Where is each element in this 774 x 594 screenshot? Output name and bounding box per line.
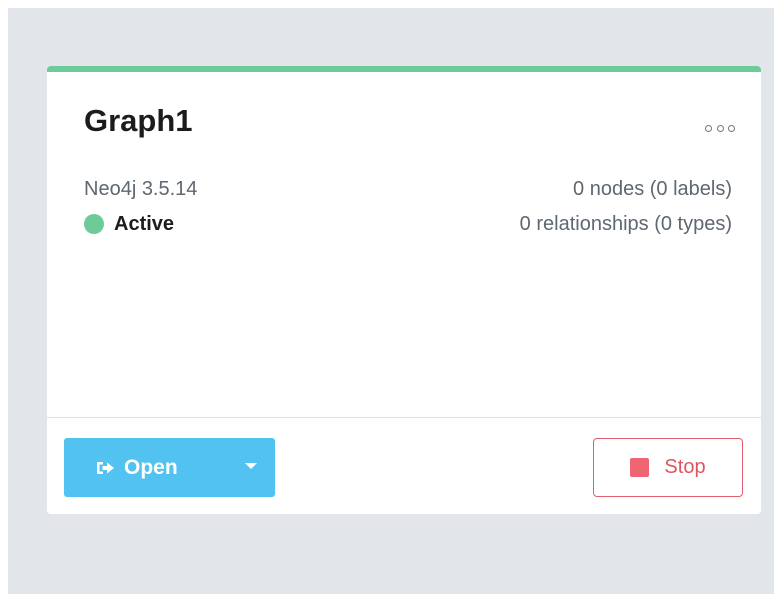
stop-square-icon: [630, 458, 650, 477]
more-dot: [728, 124, 735, 132]
open-button-main[interactable]: Open: [64, 456, 245, 480]
more-dot: [716, 124, 724, 132]
caret-down-icon[interactable]: [245, 462, 257, 469]
more-dot: [705, 124, 712, 132]
open-external-icon: [97, 461, 114, 474]
graph-status: Active: [84, 214, 174, 234]
page-backdrop: Graph1 Neo4j 3.5.14 Active 0 nodes (0 la…: [8, 8, 774, 594]
node-count: 0 nodes (0 labels): [573, 178, 732, 200]
open-button-label: Open: [124, 455, 178, 479]
open-button[interactable]: Open: [64, 438, 275, 497]
relationship-count: 0 relationships (0 types): [519, 213, 732, 235]
status-dot-icon: [84, 214, 104, 234]
status-label: Active: [114, 213, 175, 235]
more-icon[interactable]: [705, 123, 735, 133]
stop-button[interactable]: Stop: [593, 438, 743, 497]
graph-version: Neo4j 3.5.14: [84, 178, 198, 200]
stop-button-label: Stop: [664, 456, 706, 478]
graph-stats: 0 nodes (0 labels) 0 relationships (0 ty…: [520, 179, 732, 234]
card-status-strip: [47, 66, 761, 72]
graph-card: Graph1 Neo4j 3.5.14 Active 0 nodes (0 la…: [47, 66, 761, 514]
card-divider: [47, 417, 761, 418]
graph-title: Graph1: [84, 103, 193, 138]
